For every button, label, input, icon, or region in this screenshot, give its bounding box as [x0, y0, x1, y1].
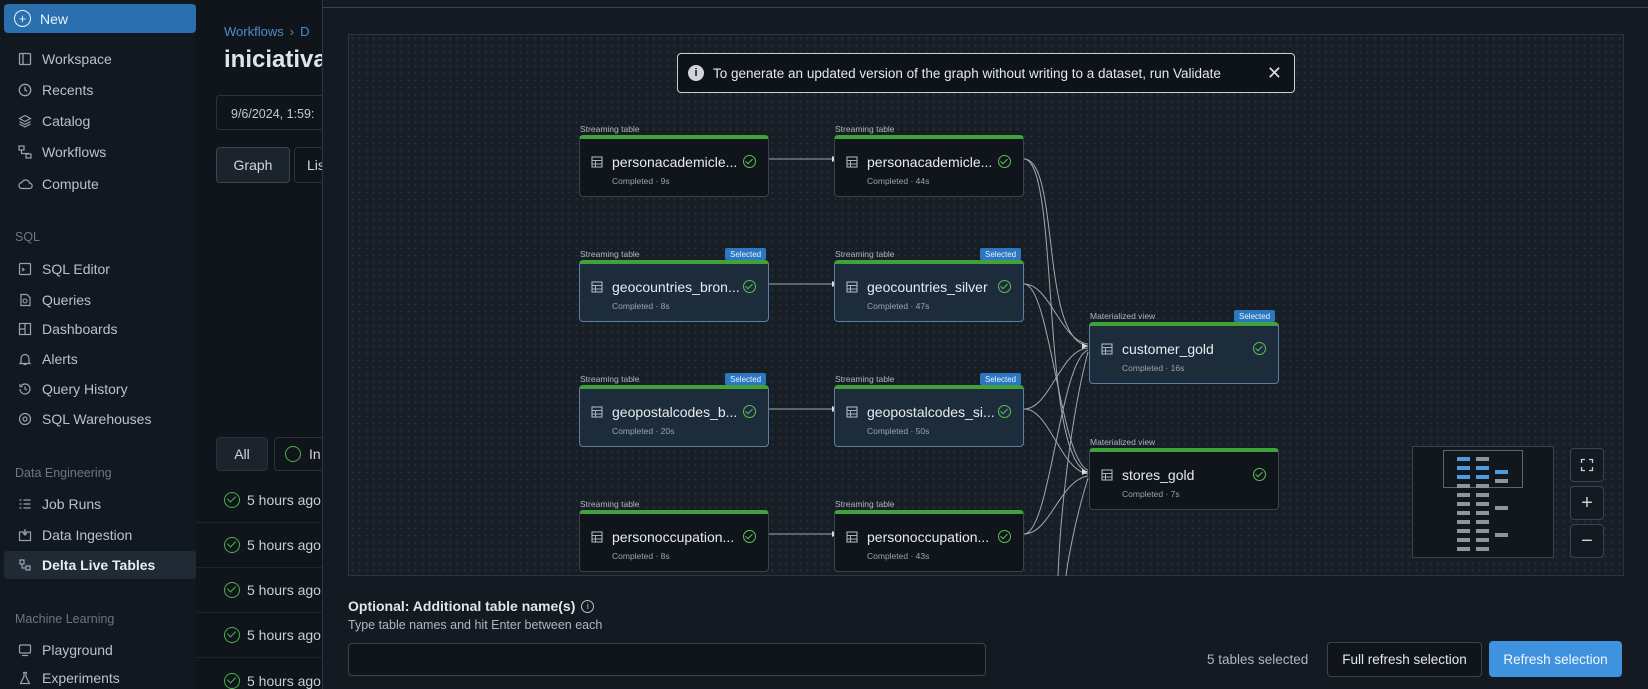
banner-text: To generate an updated version of the gr…	[713, 65, 1221, 81]
check-circle-icon	[998, 155, 1011, 168]
check-circle-icon	[998, 530, 1011, 543]
check-circle-icon	[998, 280, 1011, 293]
check-circle-icon	[743, 405, 756, 418]
selected-badge: Selected	[725, 248, 767, 260]
table-icon	[846, 531, 858, 543]
check-circle-icon	[743, 155, 756, 168]
graph-node[interactable]: geopostalcodes_si... Completed · 50s	[834, 385, 1024, 447]
graph-edges	[769, 156, 1089, 577]
graph-node[interactable]: personacademicle... Completed · 9s	[579, 135, 769, 197]
graph-minimap[interactable]	[1412, 446, 1554, 558]
table-icon	[846, 156, 858, 168]
node-type-label: Materialized view	[1090, 437, 1156, 447]
plus-icon: +	[1581, 491, 1593, 514]
node-status: Completed · 9s	[612, 176, 670, 186]
node-type-label: Streaming table	[835, 249, 895, 259]
graph-node[interactable]: geocountries_bron... Completed · 8s	[579, 260, 769, 322]
node-type-label: Streaming table	[835, 499, 895, 509]
node-type-label: Streaming table	[835, 374, 895, 384]
node-type-label: Streaming table	[580, 249, 640, 259]
graph-node[interactable]: geopostalcodes_b... Completed · 20s	[579, 385, 769, 447]
fit-to-screen-button[interactable]	[1570, 448, 1604, 482]
table-icon	[846, 281, 858, 293]
optional-tables-help: Type table names and hit Enter between e…	[348, 618, 603, 632]
selected-badge: Selected	[980, 248, 1022, 260]
node-status: Completed · 47s	[867, 301, 930, 311]
table-icon	[1101, 469, 1113, 481]
table-icon	[591, 531, 603, 543]
graph-node[interactable]: personoccupation... Completed · 43s	[834, 510, 1024, 572]
table-icon	[1101, 343, 1113, 355]
info-icon: i	[688, 65, 704, 81]
graph-node[interactable]: personacademicle... Completed · 44s	[834, 135, 1024, 197]
table-names-input[interactable]	[348, 643, 986, 676]
node-name: personoccupation...	[867, 529, 990, 545]
check-circle-icon	[1253, 342, 1266, 355]
expand-icon	[1580, 458, 1594, 472]
table-icon	[591, 281, 603, 293]
graph-node[interactable]: customer_gold Completed · 16s	[1089, 322, 1279, 384]
node-name: customer_gold	[1122, 341, 1214, 357]
node-status: Completed · 16s	[1122, 363, 1185, 373]
info-icon[interactable]: i	[581, 599, 595, 613]
node-type-label: Streaming table	[835, 124, 895, 134]
selected-badge: Selected	[980, 373, 1022, 385]
refresh-selection-button[interactable]: Refresh selection	[1489, 641, 1622, 677]
optional-tables-label: Optional: Additional table name(s) i	[348, 598, 595, 614]
table-icon	[591, 406, 603, 418]
graph-node[interactable]: stores_gold Completed · 7s	[1089, 448, 1279, 510]
node-name: geocountries_bron...	[612, 279, 740, 295]
node-type-label: Streaming table	[580, 374, 640, 384]
node-name: geopostalcodes_b...	[612, 404, 738, 420]
selected-count: 5 tables selected	[1207, 652, 1309, 667]
node-status: Completed · 8s	[612, 551, 670, 561]
node-name: geopostalcodes_si...	[867, 404, 995, 420]
node-status: Completed · 44s	[867, 176, 930, 186]
check-circle-icon	[998, 405, 1011, 418]
selected-badge: Selected	[1234, 310, 1276, 322]
node-status: Completed · 7s	[1122, 489, 1180, 499]
table-icon	[591, 156, 603, 168]
node-status: Completed · 8s	[612, 301, 670, 311]
zoom-in-button[interactable]: +	[1570, 486, 1604, 520]
node-name: stores_gold	[1122, 467, 1195, 483]
full-refresh-selection-button[interactable]: Full refresh selection	[1327, 642, 1482, 677]
node-type-label: Streaming table	[580, 124, 640, 134]
check-circle-icon	[743, 280, 756, 293]
minus-icon: −	[1581, 529, 1593, 552]
check-circle-icon	[1253, 468, 1266, 481]
node-status: Completed · 20s	[612, 426, 675, 436]
optional-label-text: Optional: Additional table name(s)	[348, 598, 576, 614]
node-name: personoccupation...	[612, 529, 735, 545]
selected-badge: Selected	[725, 373, 767, 385]
node-status: Completed · 43s	[867, 551, 930, 561]
node-name: personacademicle...	[867, 154, 993, 170]
node-name: geocountries_silver	[867, 279, 988, 295]
table-icon	[846, 406, 858, 418]
node-name: personacademicle...	[612, 154, 738, 170]
graph-node[interactable]: geocountries_silver Completed · 47s	[834, 260, 1024, 322]
check-circle-icon	[743, 530, 756, 543]
validate-info-banner: i To generate an updated version of the …	[677, 53, 1295, 93]
node-status: Completed · 50s	[867, 426, 930, 436]
node-type-label: Materialized view	[1090, 311, 1156, 321]
graph-node[interactable]: personoccupation... Completed · 8s	[579, 510, 769, 572]
close-icon[interactable]: ✕	[1267, 63, 1282, 84]
node-type-label: Streaming table	[580, 499, 640, 509]
zoom-out-button[interactable]: −	[1570, 524, 1604, 558]
